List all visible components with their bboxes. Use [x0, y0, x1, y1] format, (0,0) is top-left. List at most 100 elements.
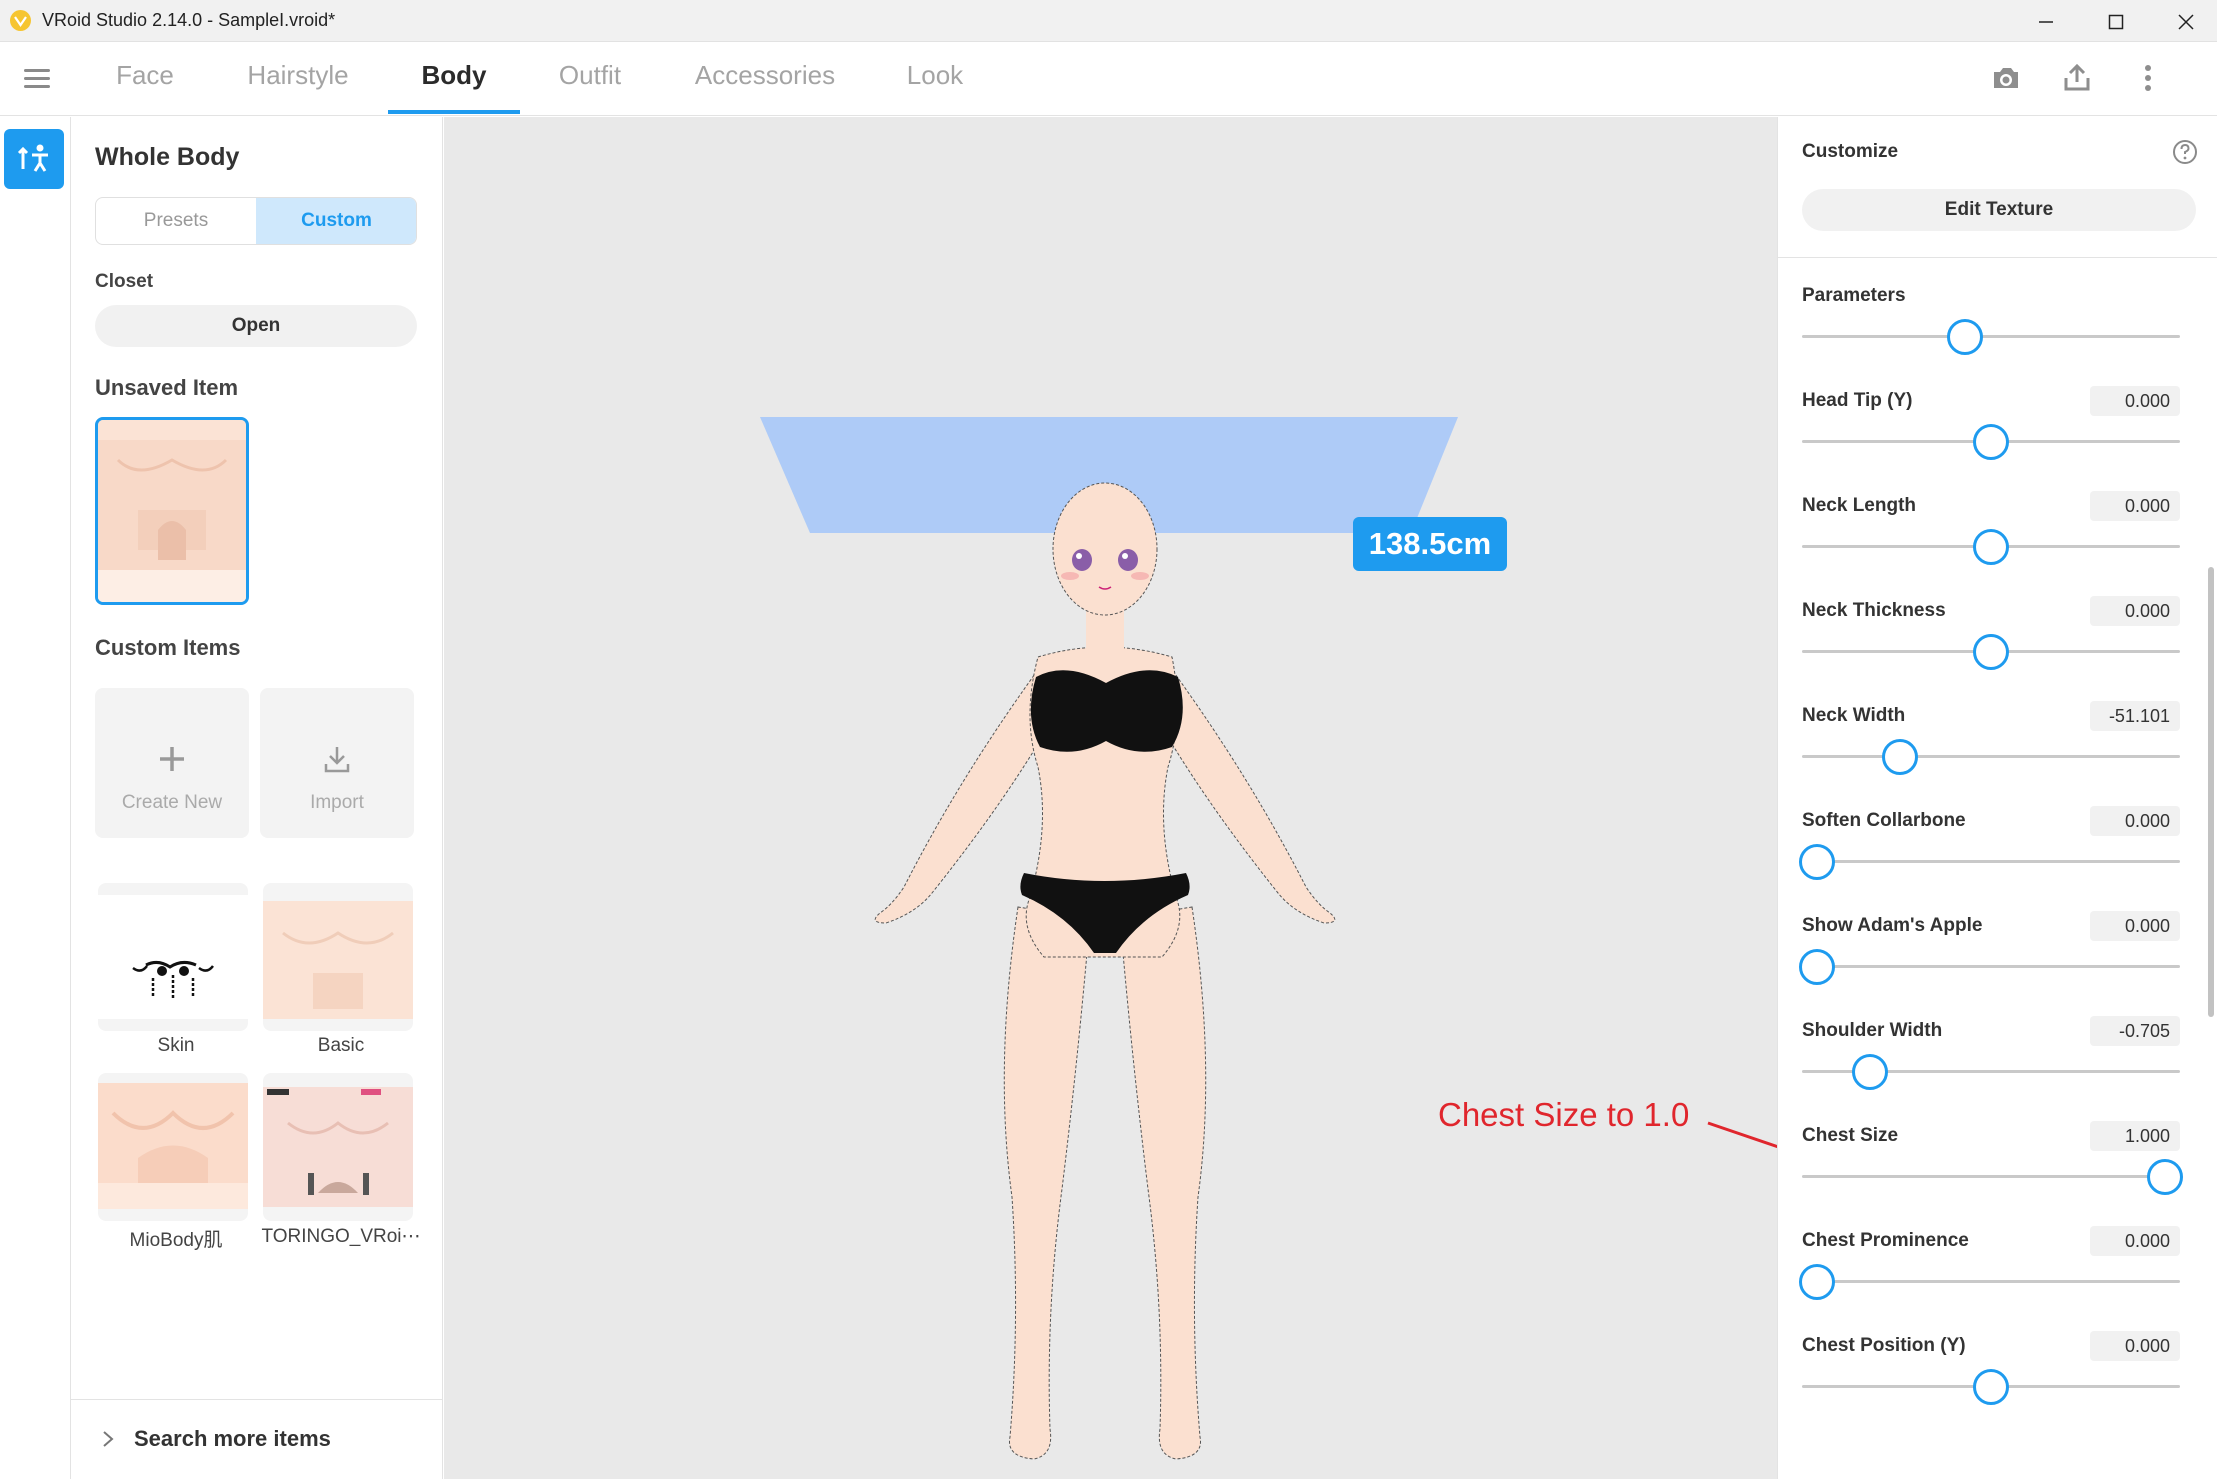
- slider-track[interactable]: [1802, 1175, 2180, 1178]
- plus-icon: [160, 747, 184, 771]
- slider-knob[interactable]: [1973, 1369, 2009, 1405]
- param-row: Neck Width -51.101: [1802, 701, 2180, 805]
- slider-track[interactable]: [1802, 965, 2180, 968]
- slider-knob[interactable]: [1852, 1054, 1889, 1090]
- create-new-button[interactable]: Create New: [95, 688, 249, 838]
- param-value-field[interactable]: -0.705: [2090, 1016, 2180, 1046]
- open-closet-button[interactable]: Open: [95, 305, 417, 347]
- custom-tab[interactable]: Custom: [256, 198, 416, 244]
- param-row: Soften Collarbone 0.000: [1799, 806, 2180, 910]
- slider-knob[interactable]: [1799, 844, 1836, 880]
- slider-knob[interactable]: [1973, 529, 2009, 565]
- whole-body-category-button[interactable]: [4, 129, 64, 189]
- body-figure-icon: [17, 144, 48, 172]
- param-value-field[interactable]: 0.000: [2090, 386, 2180, 416]
- skin-item-label: Skin: [157, 1035, 195, 1056]
- right-panel: Customize Edit Texture Parameters Head Ti…: [1777, 117, 2217, 1479]
- tab-accessories[interactable]: Accessories: [680, 60, 850, 116]
- search-more-items-label: Search more items: [134, 1426, 331, 1451]
- param-value-field[interactable]: 0.000: [2090, 491, 2180, 521]
- presets-custom-toggle: Presets Custom: [95, 197, 417, 245]
- search-more-items-button[interactable]: Search more items: [71, 1399, 443, 1479]
- more-options-icon[interactable]: [2130, 60, 2166, 96]
- maximize-icon: [2108, 14, 2124, 30]
- param-row: Chest Position (Y) 0.000: [1802, 1331, 2180, 1435]
- param-value-field[interactable]: -51.101: [2090, 701, 2180, 731]
- presets-tab[interactable]: Presets: [96, 198, 256, 244]
- chevron-right-icon: [103, 1431, 114, 1447]
- param-row: Shoulder Width -0.705: [1802, 1016, 2180, 1120]
- edit-texture-button[interactable]: Edit Texture: [1802, 189, 2196, 231]
- param-label: Show Adam's Apple: [1802, 915, 1983, 936]
- param-row: Head Tip (Y) 0.000: [1802, 386, 2180, 490]
- customize-heading: Customize: [1802, 141, 1899, 162]
- annotation-label: Chest Size to 1.0: [1438, 1096, 1690, 1133]
- close-button[interactable]: [2150, 0, 2217, 42]
- hamburger-menu-icon[interactable]: [24, 66, 52, 90]
- 3d-viewport[interactable]: 138.5cm Chest Size to 1.0: [444, 117, 1797, 1479]
- export-icon[interactable]: [2059, 60, 2095, 96]
- slider-track[interactable]: [1802, 860, 2180, 863]
- slider-knob[interactable]: [1946, 319, 1983, 355]
- skin-item-card[interactable]: [98, 883, 248, 1031]
- param-value-field[interactable]: 0.000: [2090, 806, 2180, 836]
- closet-label: Closet: [95, 271, 154, 292]
- create-new-label: Create New: [121, 792, 223, 813]
- param-label: Chest Position (Y): [1802, 1335, 1966, 1356]
- slider-track[interactable]: [1802, 755, 2180, 758]
- maximize-button[interactable]: [2080, 0, 2150, 42]
- toringo-item-card[interactable]: [263, 1073, 413, 1221]
- tab-hairstyle[interactable]: Hairstyle: [233, 60, 363, 116]
- avatar-model: [874, 482, 1336, 1460]
- param-label: Neck Width: [1802, 705, 1906, 726]
- param-row: Neck Thickness 0.000: [1802, 596, 2180, 700]
- panel-divider: [1778, 257, 2217, 258]
- basic-item-card[interactable]: [263, 883, 413, 1031]
- close-icon: [2178, 14, 2194, 30]
- slider-track[interactable]: [1802, 1280, 2180, 1283]
- unsaved-item-thumbnail[interactable]: [95, 417, 249, 605]
- vroid-logo-icon: [10, 10, 31, 31]
- slider-knob[interactable]: [1882, 739, 1919, 775]
- param-label: Head Tip (Y): [1802, 390, 1913, 411]
- miobody-item-label: MioBody肌: [129, 1230, 223, 1251]
- miobody-item-card[interactable]: [98, 1073, 248, 1221]
- import-label: Import: [310, 792, 364, 813]
- slider-knob[interactable]: [1799, 1264, 1836, 1300]
- tab-outfit[interactable]: Outfit: [540, 60, 640, 116]
- custom-items-heading: Custom Items: [95, 635, 241, 660]
- param-row: Show Adam's Apple 0.000: [1799, 911, 2180, 1015]
- tab-body[interactable]: Body: [400, 60, 508, 116]
- title-bar: VRoid Studio 2.14.0 - SampleI.vroid*: [0, 0, 2217, 42]
- active-tab-indicator: [388, 110, 520, 114]
- minimize-button[interactable]: [2010, 0, 2080, 42]
- panel-title: Whole Body: [95, 143, 240, 171]
- help-icon[interactable]: [2172, 139, 2198, 165]
- camera-icon[interactable]: [1988, 60, 2024, 96]
- tab-look[interactable]: Look: [890, 60, 980, 116]
- param-row: Neck Length 0.000: [1802, 491, 2180, 595]
- right-panel-scrollbar[interactable]: [2208, 567, 2214, 1017]
- param-value-field[interactable]: 0.000: [2090, 1331, 2180, 1361]
- slider-knob[interactable]: [1799, 949, 1836, 985]
- left-panel: Whole Body Presets Custom Closet Open Un…: [71, 117, 443, 1479]
- toringo-item-label: TORINGO_VRoi⋯: [261, 1226, 421, 1247]
- param-row: Chest Prominence 0.000: [1799, 1226, 2180, 1330]
- param-value-field[interactable]: 1.000: [2090, 1121, 2180, 1151]
- param-label: Neck Thickness: [1802, 600, 1946, 621]
- slider-knob[interactable]: [1973, 634, 2009, 670]
- param-label: Shoulder Width: [1802, 1020, 1943, 1041]
- slider-track[interactable]: [1802, 335, 2180, 338]
- unsaved-item-heading: Unsaved Item: [95, 375, 239, 400]
- tab-face[interactable]: Face: [100, 60, 190, 116]
- import-icon: [324, 747, 350, 773]
- slider-knob[interactable]: [2146, 1159, 2183, 1195]
- param-value-field[interactable]: 0.000: [2090, 1226, 2180, 1256]
- slider-knob[interactable]: [1973, 424, 2009, 460]
- import-button[interactable]: Import: [260, 688, 414, 838]
- param-value-field[interactable]: 0.000: [2090, 911, 2180, 941]
- param-label: Chest Size: [1802, 1125, 1899, 1146]
- param-value-field[interactable]: 0.000: [2090, 596, 2180, 626]
- window-title: VRoid Studio 2.14.0 - SampleI.vroid*: [42, 10, 336, 30]
- param-label: Chest Prominence: [1802, 1230, 1969, 1251]
